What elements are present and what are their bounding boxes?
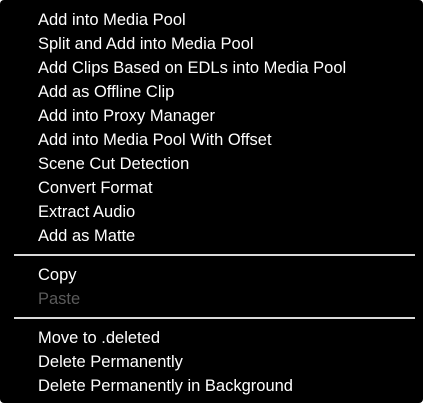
menu-item-split-and-add-into-media-pool[interactable]: Split and Add into Media Pool (0, 32, 423, 56)
menu-group-delete: Move to .deleted Delete Permanently Dele… (0, 326, 423, 398)
menu-item-delete-permanently-in-background[interactable]: Delete Permanently in Background (0, 374, 423, 398)
menu-item-paste: Paste (38, 290, 81, 308)
menu-group-clipboard: Copy Paste (0, 263, 423, 311)
menu-item-add-into-media-pool[interactable]: Add into Media Pool (0, 8, 423, 32)
menu-item-add-clips-based-on-edls[interactable]: Add Clips Based on EDLs into Media Pool (0, 56, 423, 80)
menu-separator (14, 317, 415, 319)
menu-item-add-as-offline-clip[interactable]: Add as Offline Clip (0, 80, 423, 104)
menu-item-copy[interactable]: Copy (0, 263, 423, 287)
menu-separator (14, 254, 415, 256)
menu-group-add: Add into Media Pool Split and Add into M… (0, 8, 423, 248)
menu-item-add-into-proxy-manager[interactable]: Add into Proxy Manager (0, 104, 423, 128)
menu-item-convert-format[interactable]: Convert Format (0, 176, 423, 200)
menu-item-move-to-deleted[interactable]: Move to .deleted (0, 326, 423, 350)
menu-item-delete-permanently[interactable]: Delete Permanently (0, 350, 423, 374)
menu-item-extract-audio[interactable]: Extract Audio (0, 200, 423, 224)
menu-item-add-into-media-pool-with-offset[interactable]: Add into Media Pool With Offset (0, 128, 423, 152)
context-menu: Add into Media Pool Split and Add into M… (0, 0, 423, 403)
menu-item-scene-cut-detection[interactable]: Scene Cut Detection (0, 152, 423, 176)
menu-item-add-as-matte[interactable]: Add as Matte (0, 224, 423, 248)
